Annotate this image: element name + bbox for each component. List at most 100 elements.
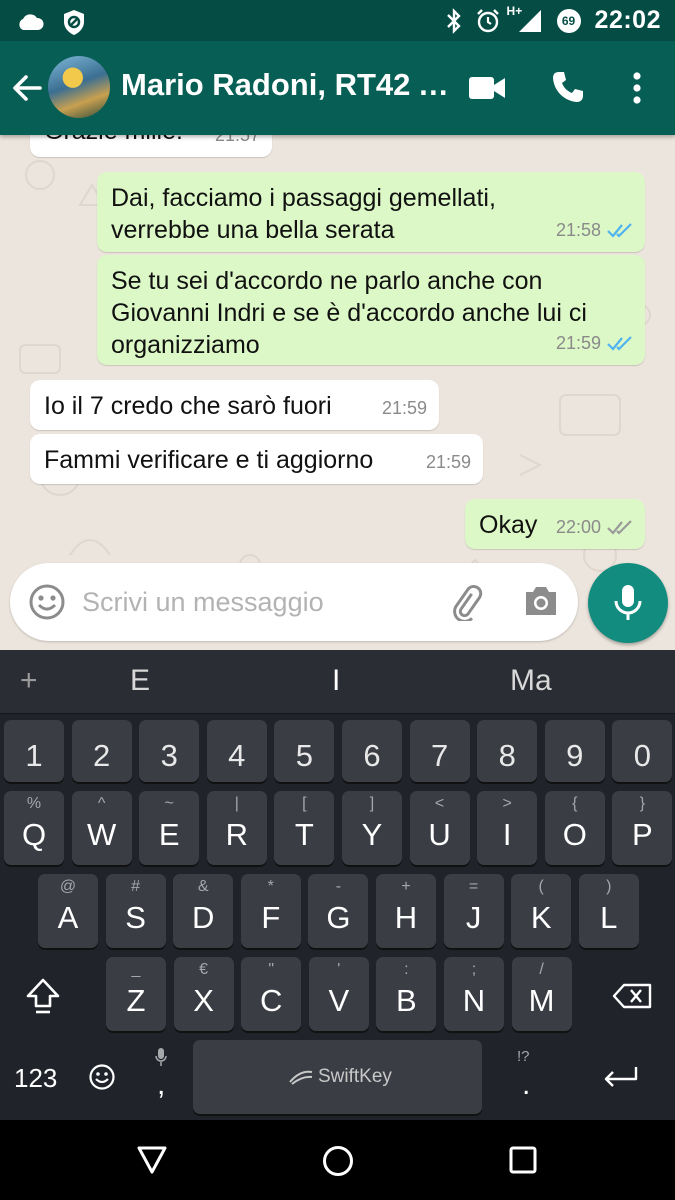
key-label: M: [528, 983, 555, 1018]
key-label: R: [225, 817, 248, 852]
message-composer[interactable]: Scrivi un messaggio: [10, 563, 578, 641]
key-label: X: [193, 983, 214, 1018]
key-y[interactable]: ] Y: [342, 791, 402, 865]
battery-icon: 69: [555, 7, 583, 35]
key-8[interactable]: 8: [477, 720, 538, 782]
message-text: Io il 7 credo che sarò fuori: [44, 392, 332, 420]
key-s[interactable]: # S: [105, 874, 166, 948]
shift-key-icon[interactable]: [24, 977, 62, 1015]
key-2[interactable]: 2: [71, 720, 132, 782]
key-o[interactable]: {O: [544, 791, 605, 865]
key-t[interactable]: [T: [274, 791, 335, 865]
message-meta: 21:59: [426, 446, 471, 478]
suggestion-center[interactable]: I: [332, 664, 340, 698]
key-j[interactable]: = J: [443, 874, 504, 948]
key-label: 5: [295, 738, 314, 773]
key-label: Z: [126, 983, 146, 1018]
key-4[interactable]: 4: [206, 720, 267, 782]
message-outgoing[interactable]: Dai, facciamo i passaggi gemellati, verr…: [97, 172, 645, 252]
key-r[interactable]: | R: [206, 791, 267, 865]
nav-home-icon[interactable]: [322, 1145, 354, 1177]
chat-title[interactable]: Mario Radoni, RT42 A…: [121, 67, 451, 103]
key-c[interactable]: " C: [241, 957, 302, 1031]
comma-key[interactable]: ,: [157, 1068, 165, 1102]
key-w[interactable]: ^ W: [71, 791, 132, 865]
key-5[interactable]: 5: [274, 720, 335, 782]
backspace-key-icon[interactable]: [612, 983, 652, 1009]
key-n[interactable]: ; N: [444, 957, 504, 1031]
message-time: 21:59: [425, 452, 471, 472]
key-6[interactable]: 6: [342, 720, 402, 782]
key-l[interactable]: ) L: [578, 874, 639, 948]
key-k[interactable]: (K: [511, 874, 572, 948]
back-arrow-icon[interactable]: [10, 71, 44, 105]
suggestion-expand[interactable]: +: [20, 664, 38, 698]
message-incoming[interactable]: Io il 7 credo che sarò fuori 21:59: [30, 380, 439, 430]
camera-icon[interactable]: [522, 583, 560, 619]
message-incoming[interactable]: Fammi verificare e ti aggiorno 21:59: [30, 434, 483, 484]
key-u[interactable]: < U: [409, 791, 470, 865]
key-h[interactable]: + H: [376, 874, 436, 948]
key-secondary-label: >: [502, 795, 512, 812]
key-1[interactable]: 1: [4, 720, 64, 782]
key-m[interactable]: / M: [511, 957, 572, 1031]
key-label: 3: [160, 738, 178, 773]
message-meta: 21:57: [215, 135, 260, 151]
key-f[interactable]: * F: [240, 874, 301, 948]
key-secondary-label: %: [26, 795, 42, 812]
space-key[interactable]: SwiftKey: [193, 1040, 482, 1114]
key-v[interactable]: ' V: [308, 957, 369, 1031]
alarm-icon: [476, 8, 499, 32]
suggestion-right[interactable]: Ma: [510, 664, 552, 698]
key-e[interactable]: ~ E: [139, 791, 200, 865]
enter-key-icon[interactable]: [602, 1065, 640, 1089]
key-q[interactable]: % Q: [4, 791, 64, 865]
video-call-icon[interactable]: [468, 75, 506, 101]
key-label: A: [57, 900, 79, 935]
key-a[interactable]: @ A: [38, 874, 98, 948]
key-z[interactable]: _ Z: [106, 957, 166, 1031]
message-text-line: Giovanni Indri e se è d'accordo anche lu…: [111, 299, 587, 327]
more-vert-icon[interactable]: [632, 71, 642, 105]
key-secondary-label: ~: [164, 795, 174, 812]
avatar[interactable]: [48, 56, 110, 118]
message-text: Fammi verificare e ti aggiorno: [44, 446, 374, 474]
message-incoming[interactable]: Grazie mille! 21:57: [30, 135, 272, 157]
emoji-icon[interactable]: [28, 583, 66, 621]
key-x[interactable]: € X: [173, 957, 234, 1031]
key-secondary-label: |: [234, 795, 239, 812]
key-g[interactable]: -G: [308, 874, 369, 948]
key-secondary-label: +: [401, 878, 411, 895]
key-secondary-label: :: [404, 961, 409, 978]
message-outgoing[interactable]: Se tu sei d'accordo ne parlo anche con G…: [97, 255, 645, 365]
key-b[interactable]: :B: [376, 957, 437, 1031]
suggestion-left[interactable]: E: [130, 664, 150, 698]
key-secondary-label: }: [639, 795, 646, 812]
cloud-icon: [19, 14, 44, 30]
key-7[interactable]: 7: [409, 720, 470, 782]
emoji-key-icon[interactable]: [88, 1063, 116, 1091]
key-3[interactable]: 3: [139, 720, 200, 782]
key-i[interactable]: > I: [477, 791, 538, 865]
key-p[interactable]: } P: [612, 791, 673, 865]
period-key[interactable]: .: [522, 1068, 530, 1102]
message-input[interactable]: Scrivi un messaggio: [82, 587, 324, 618]
attach-icon[interactable]: [447, 583, 485, 621]
key-label: N: [462, 983, 486, 1018]
phone-call-icon[interactable]: [551, 70, 585, 104]
key-secondary-label: &: [197, 878, 209, 895]
nav-back-icon[interactable]: [136, 1145, 168, 1175]
key-0[interactable]: 0: [612, 720, 673, 782]
numbers-mode-key[interactable]: 123: [14, 1063, 57, 1094]
message-text-line: organizziamo: [111, 331, 260, 359]
key-9[interactable]: 9: [544, 720, 605, 782]
key-label: 6: [363, 738, 381, 773]
voice-message-button[interactable]: [588, 563, 668, 643]
nav-recents-icon[interactable]: [509, 1146, 537, 1174]
message-outgoing[interactable]: Okay 22:00: [465, 499, 645, 549]
delivered-ticks-icon: [607, 520, 632, 535]
status-bar: H+ 69 22:02: [0, 0, 675, 41]
bluetooth-icon: [446, 7, 461, 34]
key-label: 1: [25, 738, 43, 773]
key-d[interactable]: & D: [173, 874, 234, 948]
